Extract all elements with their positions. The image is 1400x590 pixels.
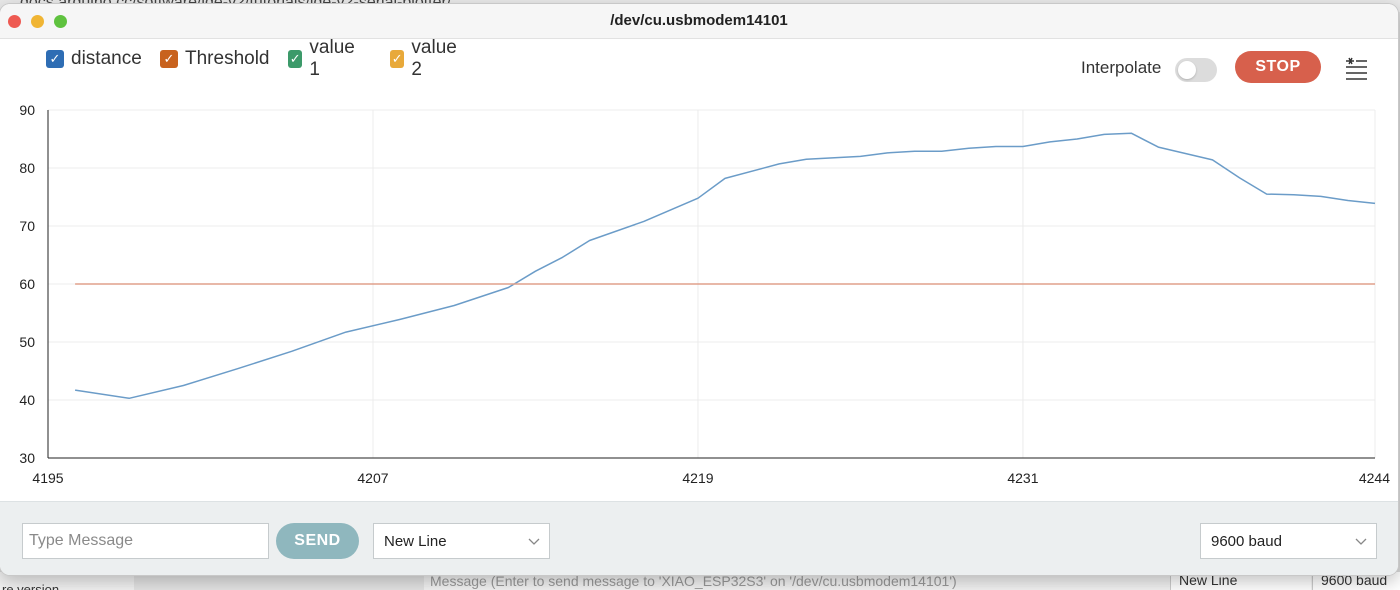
- message-bar: SEND New Line 9600 baud: [0, 501, 1398, 575]
- interpolate-label: Interpolate: [1081, 58, 1162, 77]
- x-tick-label: 4244: [1359, 470, 1390, 486]
- stop-button[interactable]: STOP: [1235, 51, 1321, 83]
- legend-item-distance[interactable]: ✓ distance: [46, 48, 142, 70]
- x-tick-label: 4231: [1007, 470, 1038, 486]
- baud-rate-value: 9600 baud: [1211, 533, 1282, 550]
- plot-area: 30 40 50 60 70 80 90 4195 4207 4219 4231 4244: [19, 102, 1390, 486]
- checkmark-icon: ✓: [391, 51, 403, 66]
- legend-label: Threshold: [185, 48, 270, 69]
- legend-label: value 2: [411, 37, 457, 80]
- y-tick-label: 50: [19, 334, 35, 350]
- serial-plotter-window: /dev/cu.usbmodem14101 ✓ distance ✓ Thres…: [0, 4, 1398, 575]
- checkbox-threshold[interactable]: ✓: [160, 50, 178, 68]
- clear-list-icon[interactable]: [1343, 57, 1369, 81]
- title-bar: /dev/cu.usbmodem14101: [0, 4, 1398, 39]
- message-input[interactable]: [22, 523, 269, 559]
- x-tick-label: 4219: [682, 470, 713, 486]
- tick-labels: 30 40 50 60 70 80 90 4195 4207 4219 4231 4244: [19, 102, 1390, 486]
- y-tick-label: 80: [19, 160, 35, 176]
- chevron-down-icon: [1355, 538, 1367, 545]
- background-left-panel: re version: [0, 578, 112, 590]
- interpolate-toggle[interactable]: [1175, 58, 1217, 82]
- y-tick-label: 90: [19, 102, 35, 118]
- checkmark-icon: ✓: [289, 51, 301, 66]
- legend-label: distance: [71, 48, 142, 69]
- window-title: /dev/cu.usbmodem14101: [610, 12, 788, 29]
- line-ending-select[interactable]: New Line: [373, 523, 550, 559]
- checkmark-icon: ✓: [163, 51, 175, 66]
- y-tick-label: 40: [19, 392, 35, 408]
- legend-item-value-2[interactable]: ✓ value 2: [390, 37, 460, 80]
- background-message-hint: Message (Enter to send message to 'XIAO_…: [430, 573, 957, 589]
- send-button[interactable]: SEND: [276, 523, 359, 559]
- checkmark-icon: ✓: [49, 51, 61, 66]
- checkbox-value-1[interactable]: ✓: [288, 50, 303, 68]
- line-ending-value: New Line: [384, 533, 447, 550]
- series-lines: [74, 132, 1376, 400]
- baud-rate-select[interactable]: 9600 baud: [1200, 523, 1377, 559]
- legend-label: value 1: [309, 37, 355, 80]
- x-tick-label: 4195: [32, 470, 63, 486]
- chevron-down-icon: [528, 538, 540, 545]
- legend-item-value-1[interactable]: ✓ value 1: [288, 37, 358, 80]
- background-left-text: re version: [2, 582, 60, 590]
- y-tick-label: 30: [19, 450, 35, 466]
- checkbox-value-2[interactable]: ✓: [390, 50, 405, 68]
- legend-item-threshold[interactable]: ✓ Threshold: [160, 48, 270, 70]
- series-line-distance: [74, 132, 1376, 400]
- y-tick-label: 60: [19, 276, 35, 292]
- x-tick-label: 4207: [357, 470, 388, 486]
- toggle-knob: [1178, 61, 1196, 79]
- y-tick-label: 70: [19, 218, 35, 234]
- checkbox-distance[interactable]: ✓: [46, 50, 64, 68]
